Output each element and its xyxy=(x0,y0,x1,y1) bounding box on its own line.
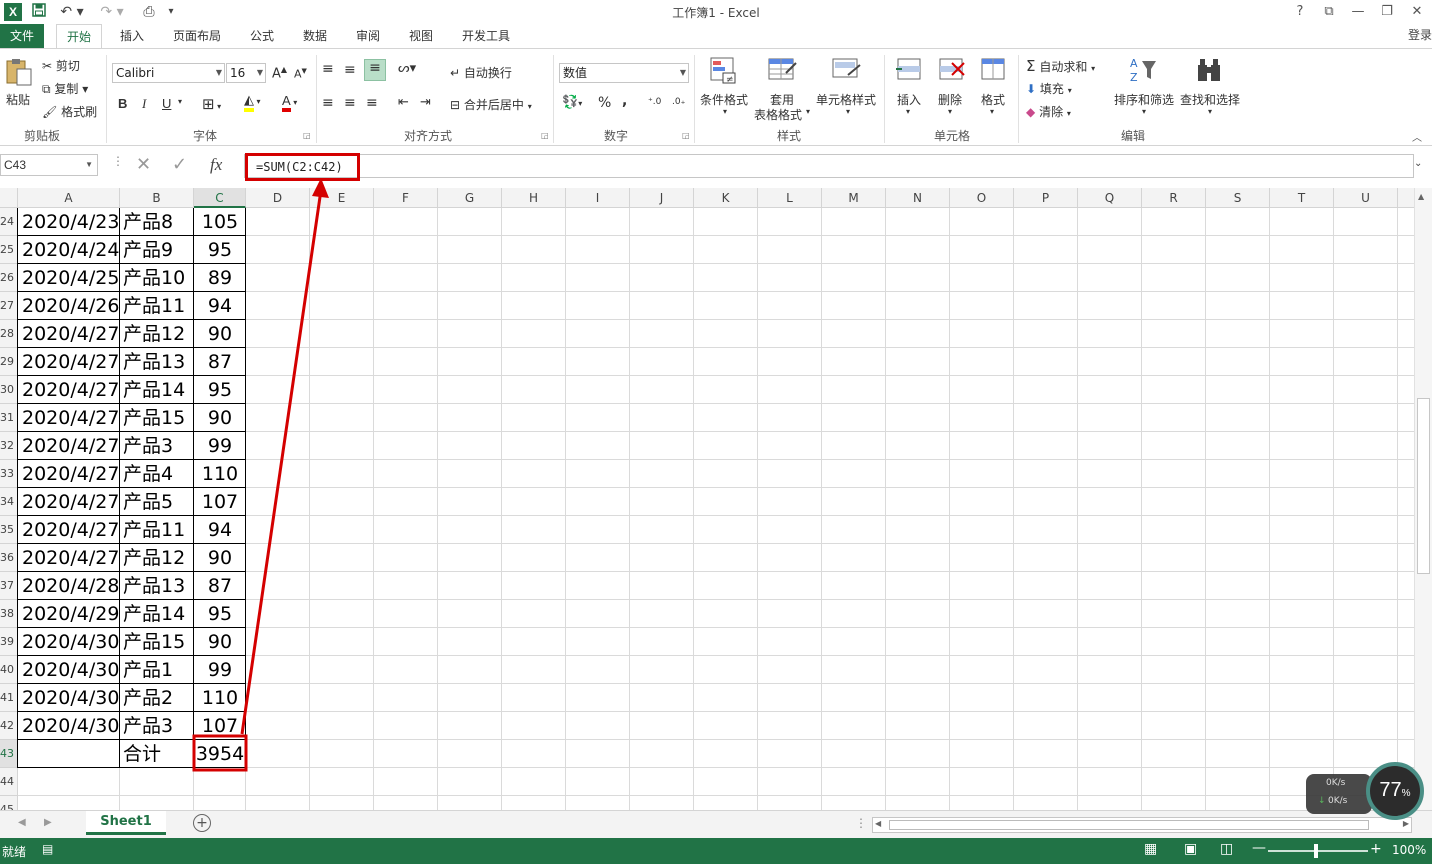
zoom-slider[interactable] xyxy=(1268,844,1368,858)
zoom-level[interactable]: 100% xyxy=(1392,843,1426,857)
download-arrow-icon: ↓ xyxy=(1318,796,1326,806)
normal-view-icon[interactable]: ▦ xyxy=(1144,841,1157,857)
scroll-sheets-right-icon[interactable]: ▶ xyxy=(44,817,52,828)
annotation-arrow-line xyxy=(240,189,323,735)
memory-usage-circle[interactable]: 77% xyxy=(1366,762,1424,820)
horizontal-scrollbar[interactable]: ◀ ▶ xyxy=(872,817,1412,833)
h-scrollbar-thumb[interactable] xyxy=(889,820,1369,830)
sheet-tab-sheet1[interactable]: Sheet1 xyxy=(86,811,166,835)
scroll-left-icon[interactable]: ◀ xyxy=(875,819,881,828)
arrow-head-icon xyxy=(312,178,329,198)
page-layout-view-icon[interactable]: ▣ xyxy=(1184,841,1197,857)
memory-usage-percent-sign: % xyxy=(1401,788,1411,799)
vertical-scrollbar[interactable]: ▲ xyxy=(1414,188,1432,810)
zoom-out-button[interactable]: — xyxy=(1252,840,1266,856)
scroll-right-icon[interactable]: ▶ xyxy=(1403,819,1409,828)
sheet-tab-bar: ◀ ▶ Sheet1 + ⋮ ◀ ▶ xyxy=(0,810,1432,838)
result-highlight-box xyxy=(192,734,248,772)
network-speed-widget[interactable]: 0K/s ↓ 0K/s xyxy=(1306,774,1372,814)
scroll-sheets-left-icon[interactable]: ◀ xyxy=(18,817,26,828)
status-bar: 就绪 ▤ ▦ ▣ ◫ — + 100% xyxy=(0,838,1432,864)
zoom-slider-thumb[interactable] xyxy=(1314,844,1318,858)
download-speed: 0K/s xyxy=(1328,796,1348,806)
zoom-in-button[interactable]: + xyxy=(1370,841,1382,857)
add-sheet-icon[interactable]: + xyxy=(193,814,211,832)
status-ready: 就绪 xyxy=(2,845,27,859)
memory-usage-percent: 77 xyxy=(1379,779,1402,801)
annotation-overlay xyxy=(192,178,329,772)
scroll-up-icon[interactable]: ▲ xyxy=(1418,192,1424,201)
upload-speed: 0K/s xyxy=(1326,778,1346,788)
macro-record-icon[interactable]: ▤ xyxy=(42,842,53,856)
memory-usage-value: 77% xyxy=(1370,779,1420,802)
tab-split-grip-icon[interactable]: ⋮ xyxy=(855,816,867,830)
scrollbar-thumb[interactable] xyxy=(1417,398,1430,574)
page-break-view-icon[interactable]: ◫ xyxy=(1220,841,1233,857)
